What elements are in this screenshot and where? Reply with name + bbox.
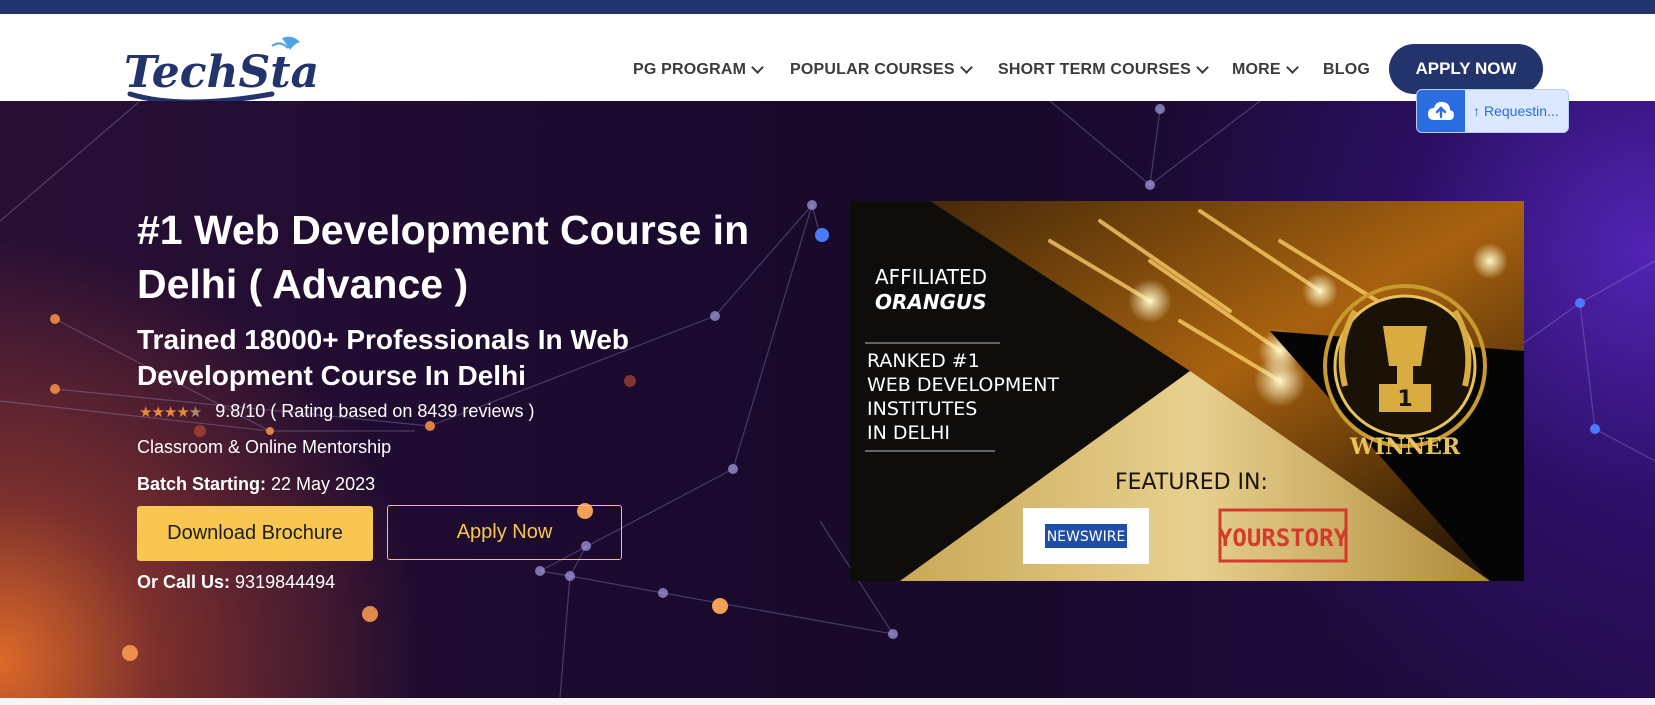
call-us: Or Call Us: 9319844494 xyxy=(137,572,335,593)
nav-pg-program-label: PG PROGRAM xyxy=(633,61,747,78)
ranked-line-2: WEB DEVELOPMENT xyxy=(867,374,1059,396)
chevron-down-icon xyxy=(1285,61,1299,74)
newswire-logo: NEWSWIRE xyxy=(1047,529,1126,545)
batch-date: 22 May 2023 xyxy=(271,474,376,494)
orangus-brand: ORANGUS xyxy=(875,290,987,314)
affiliated-label: AFFILIATED xyxy=(875,265,987,289)
batch-label: Batch Starting: xyxy=(137,474,267,494)
nav-short-term-courses[interactable]: SHORT TERM COURSES xyxy=(998,61,1209,79)
trophy-number: 1 xyxy=(1397,387,1412,412)
chevron-down-icon xyxy=(751,61,764,74)
mentorship-text: Classroom & Online Mentorship xyxy=(137,437,392,457)
award-banner: 1 WINNER AFFILIATED ORANGUS RANKED #1 WE… xyxy=(850,201,1524,581)
upload-status-widget[interactable]: ↑ Requestin... xyxy=(1416,89,1569,133)
logo-wordmark: TechStack xyxy=(124,47,318,98)
nav-popular-courses[interactable]: POPULAR COURSES xyxy=(790,61,973,79)
nav-popular-courses-label: POPULAR COURSES xyxy=(790,61,955,78)
ranked-line-4: IN DELHI xyxy=(867,422,950,444)
yourstory-logo: YOURSTORY xyxy=(1218,524,1349,552)
site-header: TechStack PG PROGRAM POPULAR COURSES SHO… xyxy=(0,14,1655,105)
apply-now-hero-button[interactable]: Apply Now xyxy=(387,505,622,560)
batch-info: Batch Starting: 22 May 2023 xyxy=(137,474,375,495)
featured-in-label: FEATURED IN: xyxy=(1115,470,1268,495)
download-brochure-button[interactable]: Download Brochure xyxy=(137,506,373,561)
top-accent-bar xyxy=(0,0,1655,14)
nav-blog[interactable]: BLOG xyxy=(1323,61,1370,79)
ranked-line-1: RANKED #1 xyxy=(867,350,980,372)
nav-more-label: MORE xyxy=(1232,61,1281,78)
chevron-down-icon xyxy=(1196,61,1209,74)
call-number[interactable]: 9319844494 xyxy=(235,572,335,592)
upload-arrow-icon: ↑ xyxy=(1473,103,1480,119)
bottom-strip xyxy=(0,698,1655,705)
apply-now-header-button[interactable]: APPLY NOW xyxy=(1389,44,1543,94)
chevron-down-icon xyxy=(959,61,973,74)
nav-pg-program[interactable]: PG PROGRAM xyxy=(633,61,764,79)
call-label: Or Call Us: xyxy=(137,572,231,592)
nav-blog-label: BLOG xyxy=(1323,61,1371,78)
hero-subtitle: Trained 18000+ Professionals In Web Deve… xyxy=(137,324,630,391)
rating-row: ★★★★★ 9.8/10 ( Rating based on 8439 revi… xyxy=(139,401,534,422)
upload-status-text: Requestin... xyxy=(1484,103,1559,119)
nav-short-term-courses-label: SHORT TERM COURSES xyxy=(998,61,1191,78)
hero-section: #1 Web Development Course in Delhi ( Adv… xyxy=(0,101,1655,698)
star-rating-icon: ★★★★★ xyxy=(139,403,202,421)
nav-more[interactable]: MORE xyxy=(1232,61,1299,79)
cloud-upload-icon xyxy=(1417,90,1465,132)
techstack-logo[interactable]: TechStack xyxy=(122,32,376,110)
winner-label: WINNER xyxy=(1349,434,1461,460)
rating-text: 9.8/10 ( Rating based on 8439 reviews ) xyxy=(215,401,535,421)
hero-title: #1 Web Development Course in Delhi ( Adv… xyxy=(137,207,750,307)
ranked-line-3: INSTITUTES xyxy=(867,398,977,420)
